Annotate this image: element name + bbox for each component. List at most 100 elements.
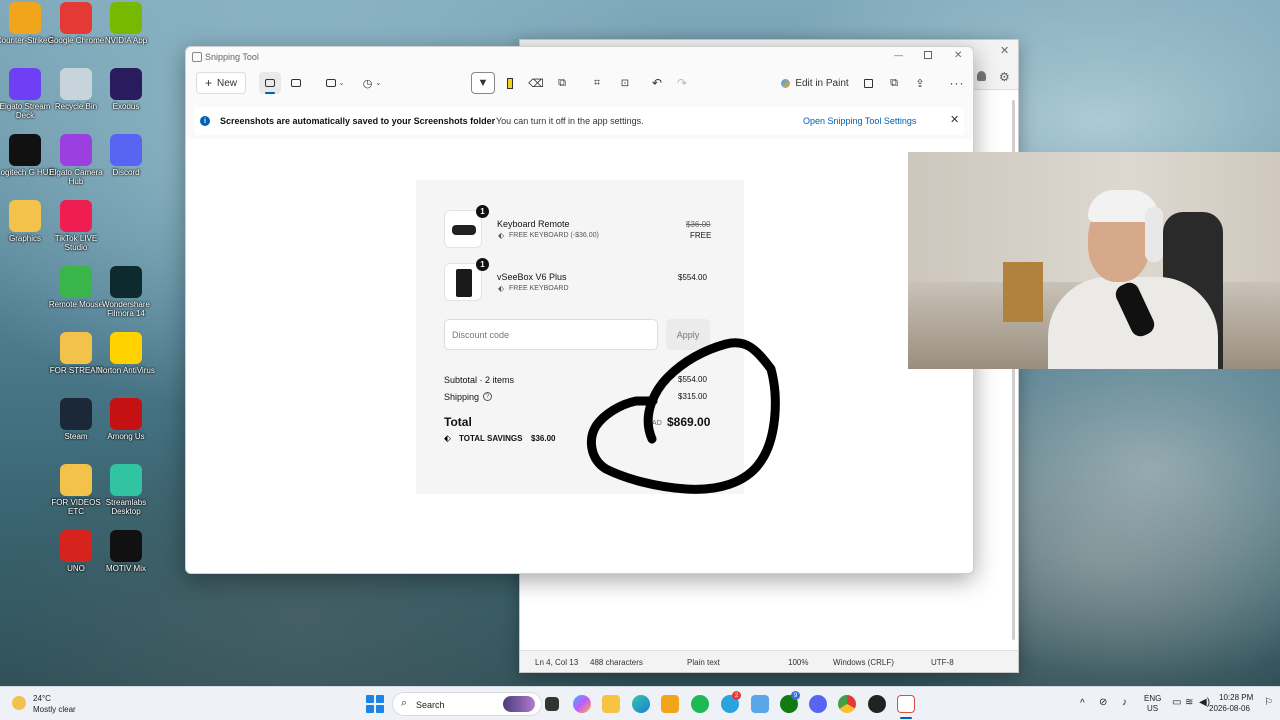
item-discount: FREE KEYBOARD (-$36.00) (509, 232, 599, 239)
text-actions-button[interactable]: ⊡ (615, 72, 635, 94)
start-button[interactable] (366, 695, 384, 713)
streamlabs-icon (110, 464, 142, 496)
copilot-icon[interactable] (573, 695, 591, 713)
chevron-down-icon: ⌄ (338, 80, 345, 87)
close-icon[interactable]: ✕ (1000, 44, 1009, 57)
webcam-box (1003, 262, 1043, 322)
ballpoint-pen-icon: ▼ (477, 77, 489, 89)
undo-button[interactable]: ↶ (647, 72, 667, 94)
chevron-down-icon: ⌄ (375, 80, 382, 87)
edge-icon[interactable] (632, 695, 650, 713)
network-off-icon[interactable]: ⊘ (1099, 697, 1107, 708)
notepad-status-bar: Ln 4, Col 13 488 characters Plain text 1… (520, 650, 1018, 672)
maximize-icon[interactable] (924, 51, 932, 59)
clock-time[interactable]: 10:28 PM (1219, 693, 1253, 702)
info-icon: i (200, 116, 210, 126)
discount-placeholder: Discount code (452, 330, 510, 340)
delay-dropdown[interactable]: ◷ ⌄ (358, 72, 386, 94)
item-original-price: $36.00 (686, 220, 711, 229)
video-mode-button[interactable] (285, 72, 307, 94)
crop-button[interactable]: ⌗ (587, 72, 607, 94)
desktop-icon[interactable]: Streamlabs Desktop (96, 464, 156, 516)
clock-date[interactable]: 2026-08-06 (1209, 704, 1250, 713)
chrome-taskbar-icon[interactable] (838, 695, 856, 713)
snip-shape-dropdown[interactable]: ⌄ (321, 72, 349, 94)
folder-icon (60, 464, 92, 496)
notifications-bell-icon[interactable]: ⚐ (1264, 697, 1273, 708)
account-icon[interactable] (977, 71, 986, 81)
new-button[interactable]: + New (196, 72, 246, 94)
close-icon[interactable]: ✕ (950, 113, 959, 126)
file-explorer-icon[interactable] (602, 695, 620, 713)
desktop-icon[interactable]: Exodus (96, 68, 156, 111)
desktop-icon[interactable]: Norton AntiVirus (96, 332, 156, 375)
region-code[interactable]: US (1147, 704, 1158, 713)
desktop-icon[interactable]: Among Us (96, 398, 156, 441)
snipping-tool-taskbar-icon[interactable] (897, 695, 915, 713)
video-camera-icon (291, 79, 301, 87)
subtotal-label: Subtotal · 2 items (444, 375, 515, 385)
desktop-icon-label: Among Us (107, 432, 145, 441)
screenshot-mode-button[interactable] (259, 72, 281, 94)
task-view-icon[interactable] (545, 697, 559, 711)
desktop-icon[interactable]: TikTok LIVE Studio (46, 200, 106, 252)
share-icon: ⇪ (915, 77, 925, 90)
pen-button[interactable]: ▼ (471, 72, 495, 94)
total-savings-value: $36.00 (531, 434, 556, 443)
info-bar: i Screenshots are automatically saved to… (194, 107, 964, 135)
open-settings-link[interactable]: Open Snipping Tool Settings (803, 116, 916, 126)
save-button[interactable] (858, 72, 878, 94)
copy-button[interactable]: ⧉ (884, 72, 904, 94)
vseebox-image (456, 269, 472, 297)
item-thumbnail (444, 210, 482, 248)
desktop-icon[interactable]: Wondershare Filmora 14 (96, 266, 156, 318)
steam-icon (60, 398, 92, 430)
desktop-icon-label: Norton AntiVirus (97, 366, 155, 375)
encoding: UTF-8 (931, 658, 954, 667)
webcam-headphones (1145, 207, 1163, 262)
notepad-taskbar-icon[interactable] (751, 695, 769, 713)
counter-strike-taskbar-icon[interactable] (661, 695, 679, 713)
discount-code-input[interactable]: Discount code (444, 319, 658, 350)
discord-taskbar-icon[interactable] (809, 695, 827, 713)
eraser-button[interactable]: ⌫ (526, 72, 546, 94)
minimize-icon[interactable]: — (894, 50, 903, 60)
obs-icon[interactable] (868, 695, 886, 713)
shapes-button[interactable]: ⧉ (552, 72, 572, 94)
snipping-tool-window[interactable]: Snipping Tool — ✕ + New ⌄ ◷ ⌄ ▼ ⌫ ⧉ ⌗ ⊡ … (185, 46, 974, 574)
spotify-icon[interactable] (691, 695, 709, 713)
wifi-icon[interactable]: ≋ (1185, 697, 1193, 708)
desktop: Counter-Strike 2 Google Chrome NVIDIA App E… (0, 0, 1280, 686)
apply-button[interactable]: Apply (666, 319, 710, 350)
desktop-icon[interactable]: NVIDIA App (96, 2, 156, 45)
tag-icon: ⬖ (498, 231, 505, 240)
show-hidden-icons[interactable]: ^ (1080, 698, 1085, 709)
active-indicator (265, 92, 275, 94)
desktop-icon[interactable]: Discord (96, 134, 156, 177)
redo-button[interactable]: ↷ (672, 72, 692, 94)
microphone-icon[interactable]: ♪ (1122, 697, 1127, 708)
desktop-icon-label: Wondershare Filmora 14 (102, 300, 150, 318)
cs2-icon (9, 2, 41, 34)
edit-in-paint-button[interactable]: Edit in Paint (779, 72, 851, 94)
close-icon[interactable]: ✕ (954, 50, 962, 61)
desktop-icon[interactable]: MOTIV Mix (96, 530, 156, 573)
timer-icon: ◷ (362, 77, 373, 90)
screenshot-canvas[interactable]: 1 Keyboard Remote ⬖ FREE KEYBOARD (-$36.… (186, 139, 973, 573)
keyboard-remote-image (452, 225, 476, 235)
language-code[interactable]: ENG (1144, 694, 1161, 703)
more-options-button[interactable]: ··· (947, 72, 967, 94)
redo-icon: ↷ (676, 76, 688, 90)
paint-icon (781, 78, 791, 88)
weather-widget[interactable]: 24°C Mostly clear (10, 691, 100, 717)
settings-gear-icon[interactable]: ⚙ (999, 70, 1010, 84)
share-button[interactable]: ⇪ (910, 72, 930, 94)
phone-link-icon[interactable]: ▭ (1172, 697, 1181, 708)
remote-mouse-icon (60, 266, 92, 298)
zoom-level[interactable]: 100% (788, 658, 808, 667)
taskbar-search[interactable]: ⌕ Search (392, 692, 542, 716)
highlighter-button[interactable] (500, 72, 520, 94)
subtotal-value: $554.00 (678, 375, 707, 384)
line-endings: Windows (CRLF) (833, 658, 894, 667)
tiktok-live-icon (60, 200, 92, 232)
